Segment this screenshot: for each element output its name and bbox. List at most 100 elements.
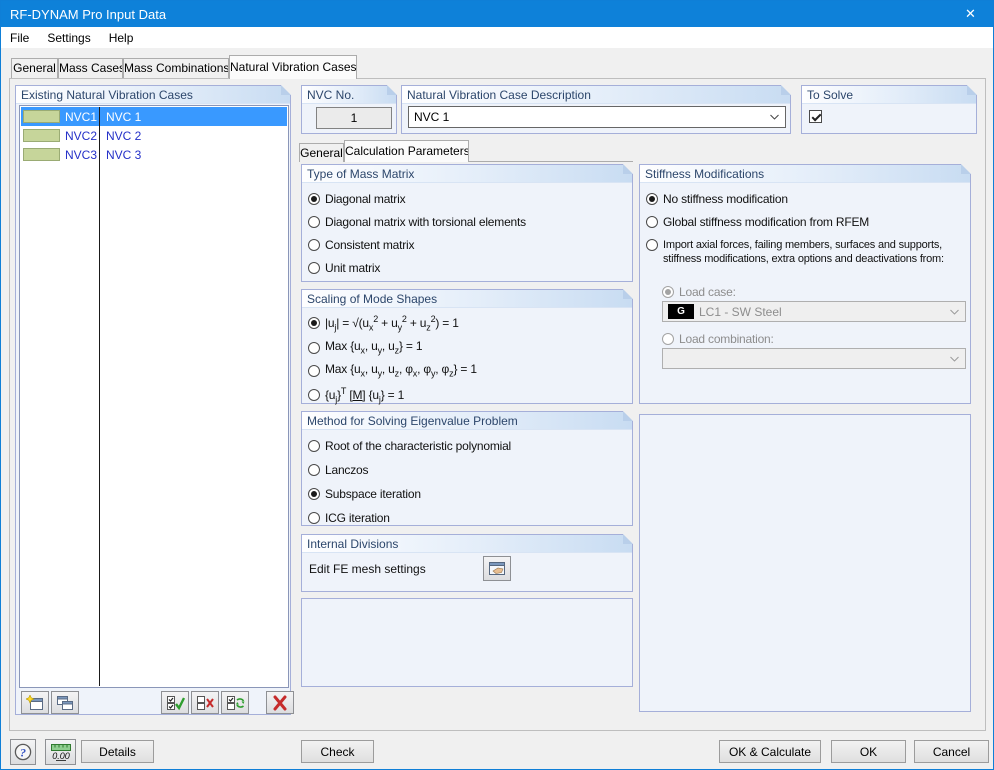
- description-value: NVC 1: [414, 110, 450, 124]
- nvc-no-label: NVC No.: [302, 86, 396, 104]
- close-icon: ✕: [965, 6, 976, 21]
- option-diagonal-torsional[interactable]: Diagonal matrix with torsional elements: [308, 215, 526, 229]
- radio-no-stiffness-modification: [646, 193, 658, 205]
- option-load-combination: Load combination:: [662, 332, 774, 346]
- chevron-down-icon: [950, 356, 959, 361]
- delete-case-button[interactable]: [266, 691, 294, 714]
- invert-selection-button[interactable]: [221, 691, 249, 714]
- option-scaling-max-u-phi[interactable]: Max {ux, uy, uz, φx, φy, φz} = 1: [308, 362, 477, 380]
- color-swatch: [23, 148, 60, 161]
- group-description: Natural Vibration Case Description NVC 1: [401, 85, 791, 134]
- chevron-down-icon: [950, 309, 959, 314]
- empty-panel-right: [639, 414, 971, 712]
- option-unit-matrix[interactable]: Unit matrix: [308, 261, 380, 275]
- to-solve-label: To Solve: [802, 86, 976, 104]
- option-import-axial-forces[interactable]: Import axial forces, failing members, su…: [646, 238, 944, 266]
- radio-diagonal-matrix: [308, 193, 320, 205]
- delete-case-icon: [273, 695, 287, 710]
- option-no-stiffness-modification[interactable]: No stiffness modification: [646, 192, 788, 206]
- case-description: NVC 1: [106, 110, 142, 124]
- titlebar[interactable]: RF-DYNAM Pro Input Data ✕: [1, 1, 993, 27]
- option-diagonal-matrix[interactable]: Diagonal matrix: [308, 192, 406, 206]
- cancel-button[interactable]: Cancel: [914, 740, 989, 763]
- menu-bar: File Settings Help: [1, 27, 993, 48]
- case-description: NVC 3: [106, 148, 142, 162]
- group-stiffness-modifications: Stiffness Modifications No stiffness mod…: [639, 164, 971, 404]
- tab-mass-cases[interactable]: Mass Cases: [58, 58, 123, 78]
- check-all-icon: [166, 695, 185, 710]
- decimal-places-icon: 0.00: [50, 743, 71, 761]
- option-load-case: Load case:: [662, 285, 736, 299]
- group-mass-matrix: Type of Mass Matrix Diagonal matrix Diag…: [301, 164, 633, 282]
- radio-load-combination: [662, 333, 674, 345]
- group-mode-scaling: Scaling of Mode Shapes |uj| = √(ux2 + uy…: [301, 289, 633, 404]
- close-button[interactable]: ✕: [948, 1, 993, 27]
- menu-file[interactable]: File: [1, 29, 38, 47]
- new-case-button[interactable]: [21, 691, 49, 714]
- radio-diagonal-torsional: [308, 216, 320, 228]
- radio-consistent-matrix: [308, 239, 320, 251]
- description-combobox[interactable]: NVC 1: [408, 106, 786, 128]
- uncheck-all-icon: [196, 695, 214, 710]
- to-solve-checkbox[interactable]: [809, 110, 822, 123]
- description-label: Natural Vibration Case Description: [402, 86, 790, 104]
- invert-selection-icon: [226, 695, 244, 710]
- check-all-button[interactable]: [161, 691, 189, 714]
- option-scaling-norm[interactable]: |uj| = √(ux2 + uy2 + uz2) = 1: [308, 312, 459, 334]
- radio-scaling-mass-matrix: [308, 389, 320, 402]
- tab-general[interactable]: General: [11, 58, 58, 78]
- case-id: NVC2: [65, 129, 98, 143]
- tab-mass-combinations[interactable]: Mass Combinations: [123, 58, 229, 78]
- radio-import-axial-forces: [646, 239, 658, 251]
- svg-text:0.00: 0.00: [52, 751, 70, 761]
- help-button[interactable]: ?: [10, 739, 36, 765]
- list-item-nvc2[interactable]: NVC2 NVC 2: [21, 126, 287, 145]
- uncheck-all-button[interactable]: [191, 691, 219, 714]
- window-title: RF-DYNAM Pro Input Data: [10, 6, 167, 22]
- edit-fe-mesh-label: Edit FE mesh settings: [309, 562, 426, 576]
- option-icg-iteration[interactable]: ICG iteration: [308, 511, 390, 525]
- fe-mesh-dialog-icon: [489, 561, 505, 575]
- radio-lanczos: [308, 464, 320, 476]
- chevron-down-icon: [770, 114, 779, 120]
- option-lanczos[interactable]: Lanczos: [308, 463, 368, 477]
- load-case-value: LC1 - SW Steel: [699, 304, 782, 319]
- mass-matrix-title: Type of Mass Matrix: [302, 165, 632, 183]
- group-existing-nvc-title: Existing Natural Vibration Cases: [16, 86, 290, 104]
- internal-divisions-title: Internal Divisions: [302, 535, 632, 553]
- radio-unit-matrix: [308, 262, 320, 274]
- option-characteristic-polynomial[interactable]: Root of the characteristic polynomial: [308, 439, 511, 453]
- tab-natural-vibration-cases[interactable]: Natural Vibration Cases: [229, 55, 357, 79]
- list-column-divider: [99, 107, 100, 686]
- case-description: NVC 2: [106, 129, 142, 143]
- option-global-stiffness-rfem[interactable]: Global stiffness modification from RFEM: [646, 215, 869, 229]
- group-to-solve: To Solve: [801, 85, 977, 134]
- nvc-list[interactable]: NVC1 NVC 1 NVC2 NVC 2 NVC3 NVC 3: [19, 105, 289, 688]
- group-existing-nvc: Existing Natural Vibration Cases NVC1 NV…: [15, 85, 294, 715]
- inner-tab-general[interactable]: General: [299, 143, 344, 162]
- option-scaling-mass-matrix[interactable]: {uj}T [M] {uj} = 1: [308, 384, 404, 406]
- units-settings-button[interactable]: 0.00: [45, 739, 76, 765]
- list-item-nvc1[interactable]: NVC1 NVC 1: [21, 107, 287, 126]
- new-case-icon: [26, 694, 43, 710]
- menu-help[interactable]: Help: [100, 29, 143, 47]
- radio-characteristic-polynomial: [308, 440, 320, 452]
- option-subspace-iteration[interactable]: Subspace iteration: [308, 487, 421, 501]
- menu-settings[interactable]: Settings: [38, 29, 99, 47]
- ok-calculate-button[interactable]: OK & Calculate: [719, 740, 821, 763]
- load-combination-combobox: [662, 348, 966, 369]
- radio-icg-iteration: [308, 512, 320, 524]
- list-item-nvc3[interactable]: NVC3 NVC 3: [21, 145, 287, 164]
- copy-case-button[interactable]: [51, 691, 79, 714]
- stiffness-title: Stiffness Modifications: [640, 165, 970, 183]
- radio-subspace-iteration: [308, 488, 320, 500]
- option-scaling-max-u[interactable]: Max {ux, uy, uz} = 1: [308, 339, 422, 357]
- case-id: NVC1: [65, 110, 98, 124]
- color-swatch: [23, 110, 60, 123]
- details-button[interactable]: Details: [81, 740, 154, 763]
- option-consistent-matrix[interactable]: Consistent matrix: [308, 238, 414, 252]
- inner-tab-calculation-parameters[interactable]: Calculation Parameters: [344, 140, 469, 162]
- ok-button[interactable]: OK: [831, 740, 906, 763]
- edit-fe-mesh-button[interactable]: [483, 556, 511, 581]
- check-button[interactable]: Check: [301, 740, 374, 763]
